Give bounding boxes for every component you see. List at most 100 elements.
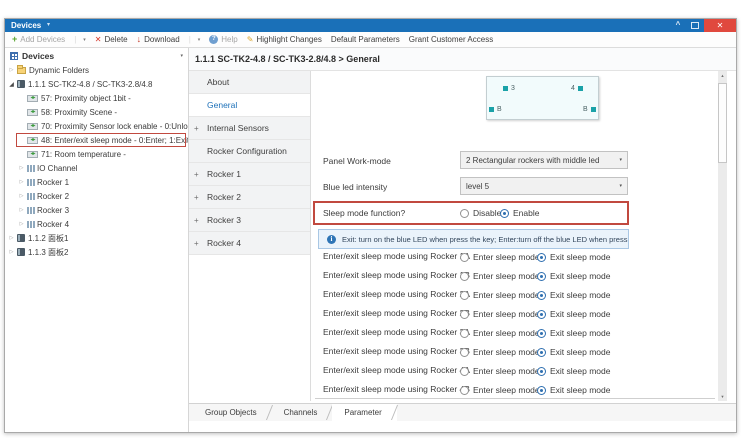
tree-item-rocker-2[interactable]: ▷ Rocker 2 [5,189,188,203]
radio-label[interactable]: Enter sleep mode [473,252,540,262]
radio-unchecked-icon[interactable] [460,253,469,262]
grant-customer-access-button[interactable]: Grant Customer Access [409,35,493,44]
radio-unchecked-icon[interactable] [460,310,469,319]
vertical-scrollbar[interactable]: ▲ ▼ [718,71,727,401]
radio-label[interactable]: Disable [473,208,501,218]
add-devices-caret-down-icon[interactable]: ▾ [83,37,86,43]
enter-sleep-option[interactable]: Enter sleep mode [460,290,540,300]
radio-label[interactable]: Enter sleep mode [473,347,540,357]
expander-collapsed-icon[interactable]: ▷ [17,207,26,213]
download-button[interactable]: ↓ Download [137,35,180,44]
tree-item-object-71[interactable]: ◂▸ 71: Room temperature - [5,147,188,161]
radio-unchecked-icon[interactable] [460,272,469,281]
exit-sleep-option[interactable]: Exit sleep mode [537,385,610,395]
expander-collapsed-icon[interactable]: ▷ [17,221,26,227]
expand-plus-icon[interactable]: + [194,239,199,248]
exit-sleep-option[interactable]: Exit sleep mode [537,271,610,281]
radio-label[interactable]: Enter sleep mode [473,290,540,300]
expander-collapsed-icon[interactable]: ▷ [7,235,16,241]
radio-checked-icon[interactable] [537,348,546,357]
tree-item-rocker-4[interactable]: ▷ Rocker 4 [5,217,188,231]
tab-parameter[interactable]: Parameter [332,404,396,421]
tree-panel-caret-down-icon[interactable]: ▾ [180,53,183,59]
tab-group-objects[interactable]: Group Objects [193,404,272,421]
radio-label[interactable]: Enter sleep mode [473,309,540,319]
radio-label[interactable]: Enable [513,208,539,218]
auto-hide-pin-icon[interactable]: ^ [672,19,684,31]
sleep-disable-option[interactable]: Disable [460,208,501,218]
radio-checked-icon[interactable] [537,386,546,395]
radio-label[interactable]: Enter sleep mode [473,271,540,281]
section-general[interactable]: General [189,94,310,117]
expander-collapsed-icon[interactable]: ▷ [17,193,26,199]
expand-plus-icon[interactable]: + [194,193,199,202]
expander-collapsed-icon[interactable]: ▷ [7,67,16,73]
tree-item-io-channel[interactable]: ▷ IO Channel [5,161,188,175]
radio-unchecked-icon[interactable] [460,329,469,338]
exit-sleep-option[interactable]: Exit sleep mode [537,252,610,262]
exit-sleep-option[interactable]: Exit sleep mode [537,290,610,300]
radio-checked-icon[interactable] [537,367,546,376]
radio-checked-icon[interactable] [537,253,546,262]
highlight-changes-button[interactable]: ✎ Highlight Changes [247,35,322,44]
radio-unchecked-icon[interactable] [460,386,469,395]
default-parameters-button[interactable]: Default Parameters [331,35,400,44]
radio-unchecked-icon[interactable] [460,209,469,218]
scroll-up-icon[interactable]: ▲ [718,73,727,78]
radio-checked-icon[interactable] [537,329,546,338]
radio-unchecked-icon[interactable] [460,367,469,376]
exit-sleep-option[interactable]: Exit sleep mode [537,328,610,338]
add-devices-button[interactable]: + Add Devices [12,35,65,44]
enter-sleep-option[interactable]: Enter sleep mode [460,271,540,281]
tree-item-object-70[interactable]: ◂▸ 70: Proximity Sensor lock enable - 0:… [5,119,188,133]
section-rocker-2[interactable]: + Rocker 2 [189,186,310,209]
radio-checked-icon[interactable] [537,310,546,319]
expander-collapsed-icon[interactable]: ▷ [17,179,26,185]
sleep-enable-option[interactable]: Enable [500,208,539,218]
enter-sleep-option[interactable]: Enter sleep mode [460,366,540,376]
delete-button[interactable]: ✕ Delete [95,35,128,44]
expander-expanded-icon[interactable]: ◢ [7,81,16,88]
radio-label[interactable]: Exit sleep mode [550,347,610,357]
scroll-down-icon[interactable]: ▼ [718,394,727,399]
enter-sleep-option[interactable]: Enter sleep mode [460,328,540,338]
tab-channels[interactable]: Channels [272,404,333,421]
section-rocker-3[interactable]: + Rocker 3 [189,209,310,232]
expand-plus-icon[interactable]: + [194,124,199,133]
radio-label[interactable]: Exit sleep mode [550,366,610,376]
help-button[interactable]: ? Help [209,35,237,44]
radio-unchecked-icon[interactable] [460,291,469,300]
expander-collapsed-icon[interactable]: ▷ [17,165,26,171]
enter-sleep-option[interactable]: Enter sleep mode [460,252,540,262]
section-rocker-configuration[interactable]: Rocker Configuration [189,140,310,163]
enter-sleep-option[interactable]: Enter sleep mode [460,347,540,357]
section-rocker-1[interactable]: + Rocker 1 [189,163,310,186]
tree-item-object-48-highlighted[interactable]: ◂▸ 48: Enter/exit sleep mode - 0:Enter; … [5,133,188,147]
tree-item-device-112[interactable]: ▷ 1.1.2 面板1 [5,231,188,245]
close-button[interactable]: ✕ [704,19,736,32]
expand-plus-icon[interactable]: + [194,216,199,225]
radio-label[interactable]: Exit sleep mode [550,385,610,395]
title-caret-down-icon[interactable]: ▾ [47,19,50,32]
download-caret-down-icon[interactable]: ▾ [198,37,201,43]
radio-checked-icon[interactable] [500,209,509,218]
tree-item-rocker-3[interactable]: ▷ Rocker 3 [5,203,188,217]
radio-label[interactable]: Enter sleep mode [473,366,540,376]
section-about[interactable]: About [189,71,310,94]
work-mode-dropdown[interactable]: 2 Rectangular rockers with middle led ▾ [460,151,628,169]
radio-label[interactable]: Exit sleep mode [550,271,610,281]
radio-label[interactable]: Exit sleep mode [550,290,610,300]
tree-item-dynamic-folders[interactable]: ▷ Dynamic Folders [5,63,188,77]
section-rocker-4[interactable]: + Rocker 4 [189,232,310,255]
radio-checked-icon[interactable] [537,272,546,281]
scrollbar-thumb[interactable] [718,83,727,163]
expand-plus-icon[interactable]: + [194,170,199,179]
tree-item-device-111[interactable]: ◢ 1.1.1 SC-TK2-4.8 / SC-TK3-2.8/4.8 [5,77,188,91]
tree-item-rocker-1[interactable]: ▷ Rocker 1 [5,175,188,189]
radio-label[interactable]: Enter sleep mode [473,328,540,338]
radio-label[interactable]: Exit sleep mode [550,252,610,262]
tree-item-object-58[interactable]: ◂▸ 58: Proximity Scene - [5,105,188,119]
section-internal-sensors[interactable]: + Internal Sensors [189,117,310,140]
blue-led-dropdown[interactable]: level 5 ▾ [460,177,628,195]
radio-unchecked-icon[interactable] [460,348,469,357]
